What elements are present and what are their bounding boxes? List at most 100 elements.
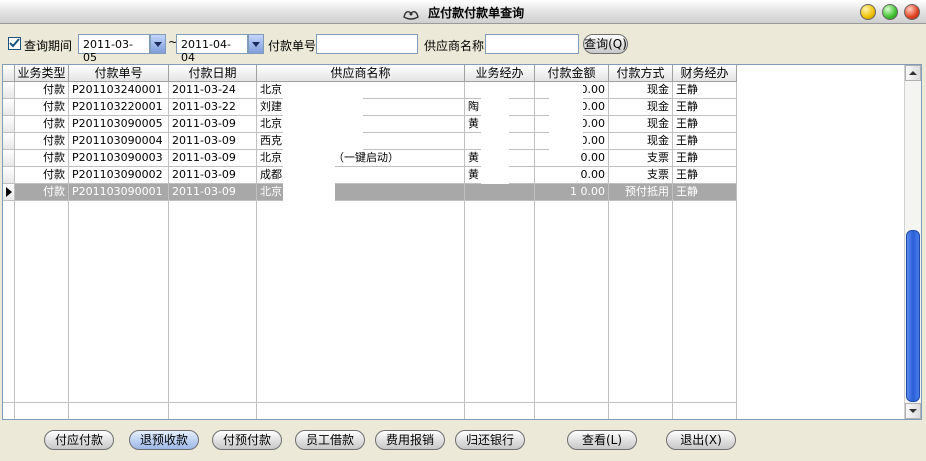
scroll-down-button[interactable] xyxy=(905,403,921,419)
cell-handler xyxy=(465,184,535,201)
table-row[interactable]: 付款 P201103090005 2011-03-09 北京黄 0.00 现金 王静 xyxy=(3,116,737,133)
cell-method: 支票 xyxy=(609,167,673,184)
query-button[interactable]: 查询(Q) xyxy=(583,34,628,54)
table-row[interactable]: 付款P2011030900032011-03-09北京 有限公司 （一键启动）黄… xyxy=(3,150,737,167)
cell-method: 现金 xyxy=(609,99,673,116)
grid-line xyxy=(736,82,737,419)
col-header-type[interactable]: 业务类型 xyxy=(15,65,69,82)
expense-claim-button[interactable]: 费用报销 xyxy=(375,430,445,450)
cell-date: 2011-03-22 xyxy=(169,99,257,116)
table-row[interactable]: 付款 P201103220001 2011-03-22 刘建陶 0.00 现金 王静 xyxy=(3,99,737,116)
cell-method: 支票 xyxy=(609,150,673,167)
chevron-down-icon xyxy=(154,42,162,47)
cell-date: 2011-03-09 xyxy=(169,150,257,167)
scroll-up-button[interactable] xyxy=(905,65,921,81)
cell-date: 2011-03-24 xyxy=(169,82,257,99)
cell-method: 现金 xyxy=(609,82,673,99)
cell-doc-no: P201103090001 xyxy=(69,184,169,201)
supplier-input[interactable] xyxy=(485,34,579,54)
cell-type: 付款 xyxy=(15,184,69,201)
cell-type: 付款 xyxy=(15,82,69,99)
cell-doc-no: P201103090005 xyxy=(69,116,169,133)
period-label: 查询期间 xyxy=(24,39,73,53)
redaction-mask xyxy=(549,82,583,150)
date-to-field[interactable]: 2011-04-04 xyxy=(176,34,248,64)
cell-date: 2011-03-09 xyxy=(169,184,257,201)
close-button[interactable] xyxy=(904,4,920,20)
col-header-finance[interactable]: 财务经办 xyxy=(673,65,737,82)
minimize-button[interactable] xyxy=(860,4,876,20)
table-row[interactable]: 付款 P201103090004 2011-03-09 西克 0.00 现金 王静 xyxy=(3,133,737,150)
col-header-method[interactable]: 付款方式 xyxy=(609,65,673,82)
cell-date: 2011-03-09 xyxy=(169,167,257,184)
cell-type: 付款 xyxy=(15,133,69,150)
exit-button[interactable]: 退出(X) xyxy=(666,430,736,450)
cell-doc-no: P201103090003 xyxy=(69,150,169,167)
window-title-wrap: 应付款付款单查询 xyxy=(0,4,926,21)
return-bank-button[interactable]: 归还银行 xyxy=(455,430,525,450)
scroll-thumb[interactable] xyxy=(906,230,920,402)
grid-line xyxy=(3,419,737,420)
col-header-handler[interactable]: 业务经办 xyxy=(465,65,535,82)
cell-amount: 0.00 xyxy=(535,150,609,167)
col-header-amount[interactable]: 付款金额 xyxy=(535,65,609,82)
redaction-mask xyxy=(335,82,363,152)
cell-method: 现金 xyxy=(609,133,673,150)
date-from-field[interactable]: 2011-03-05 xyxy=(78,34,150,64)
app-logo-icon xyxy=(402,7,420,21)
maximize-button[interactable] xyxy=(882,4,898,20)
cell-doc-no: P201103090004 xyxy=(69,133,169,150)
grid-line xyxy=(534,82,535,419)
title-bar: 应付款付款单查询 xyxy=(0,0,926,24)
vertical-scrollbar[interactable] xyxy=(904,65,921,419)
grid-line xyxy=(14,82,15,419)
grid-line xyxy=(3,402,737,403)
pay-advance-button[interactable]: 付预付款 xyxy=(212,430,282,450)
refund-advance-receipt-button[interactable]: 退预收款 xyxy=(129,430,199,450)
cell-finance: 王静 xyxy=(673,82,737,99)
cell-method: 现金 xyxy=(609,116,673,133)
grid-line xyxy=(68,82,69,419)
cell-amount: 1 0.00 xyxy=(535,184,609,201)
pay-payable-button[interactable]: 付应付款 xyxy=(44,430,114,450)
date-to-dropdown[interactable] xyxy=(248,34,264,54)
redaction-mask xyxy=(481,82,509,184)
cell-doc-no: P201103220001 xyxy=(69,99,169,116)
table-row[interactable]: 付款 P201103090001 2011-03-09 北京 1 0.00 预付抵用 王静 xyxy=(3,184,737,201)
grid-line xyxy=(464,82,465,419)
table-row[interactable]: 付款P2011030900022011-03-09成都 有限公司黄0.00支票王… xyxy=(3,167,737,184)
cell-finance: 王静 xyxy=(673,184,737,201)
grid-line xyxy=(672,82,673,419)
view-button[interactable]: 查看(L) xyxy=(567,430,637,450)
cell-type: 付款 xyxy=(15,167,69,184)
period-checkbox[interactable] xyxy=(8,37,21,50)
cell-finance: 王静 xyxy=(673,150,737,167)
cell-doc-no: P201103240001 xyxy=(69,82,169,99)
col-header-date[interactable]: 付款日期 xyxy=(169,65,257,82)
payment-grid: 业务类型 付款单号 付款日期 供应商名称 业务经办 付款金额 付款方式 财务经办… xyxy=(2,64,922,420)
cell-finance: 王静 xyxy=(673,167,737,184)
chevron-down-icon xyxy=(909,409,917,413)
cell-finance: 王静 xyxy=(673,99,737,116)
table-row[interactable]: 付款 P201103240001 2011-03-24 北京 0.00 现金 王静 xyxy=(3,82,737,99)
cell-type: 付款 xyxy=(15,116,69,133)
chevron-down-icon xyxy=(252,42,260,47)
cell-amount: 0.00 xyxy=(535,167,609,184)
cell-finance: 王静 xyxy=(673,133,737,150)
cell-finance: 王静 xyxy=(673,116,737,133)
query-bar: 查询期间 2011-03-05 ~ 2011-04-04 付款单号 供应商名称 … xyxy=(0,25,926,64)
redaction-mask xyxy=(283,82,335,201)
col-header-supplier[interactable]: 供应商名称 xyxy=(257,65,465,82)
doc-no-label: 付款单号 xyxy=(268,39,317,53)
cell-type: 付款 xyxy=(15,150,69,167)
grid-line xyxy=(608,82,609,419)
doc-no-input[interactable] xyxy=(316,34,418,54)
chevron-up-icon xyxy=(909,71,917,75)
cell-method: 预付抵用 xyxy=(609,184,673,201)
date-from-dropdown[interactable] xyxy=(150,34,166,54)
col-header-doc-no[interactable]: 付款单号 xyxy=(69,65,169,82)
employee-loan-button[interactable]: 员工借款 xyxy=(295,430,365,450)
cell-type: 付款 xyxy=(15,99,69,116)
cell-doc-no: P201103090002 xyxy=(69,167,169,184)
grid-line xyxy=(256,82,257,419)
